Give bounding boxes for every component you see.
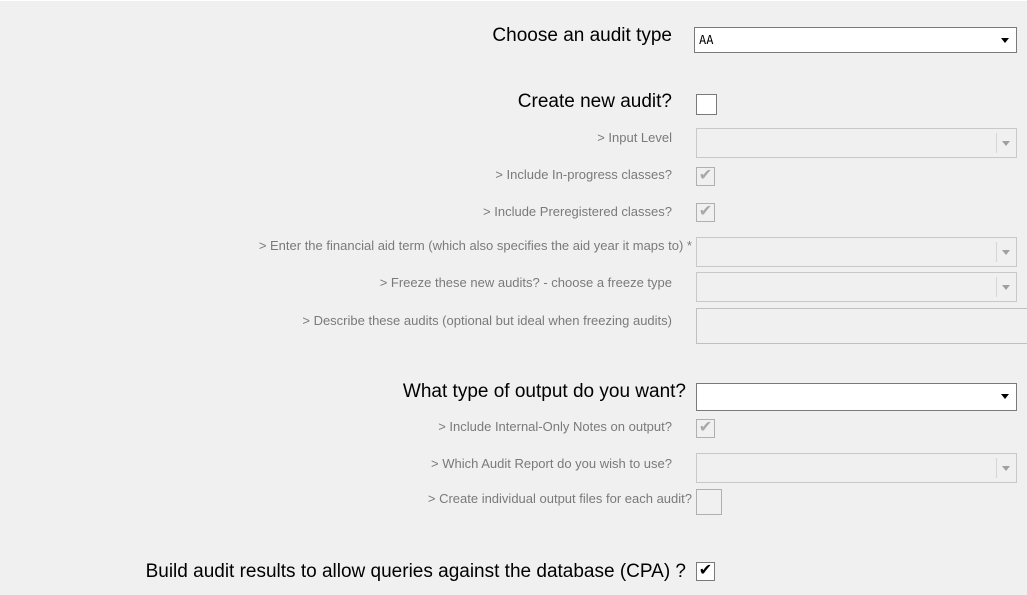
output-type-label: What type of output do you want? — [402, 381, 686, 402]
preregistered-classes-checkbox[interactable]: ✔ — [696, 201, 715, 222]
chevron-down-icon[interactable] — [996, 386, 1014, 406]
chevron-down-icon[interactable] — [996, 30, 1014, 50]
check-icon: ✔ — [698, 560, 713, 579]
chevron-down-icon[interactable] — [996, 458, 1014, 478]
input-level-label: > Input Level — [597, 130, 672, 145]
input-level-select[interactable] — [696, 128, 1017, 158]
describe-audits-input[interactable] — [696, 308, 1027, 344]
describe-audits-label: > Describe these audits (optional but id… — [302, 313, 672, 328]
check-icon: ✔ — [698, 165, 713, 184]
cpa-label: Build audit results to allow queries aga… — [145, 561, 686, 582]
audit-type-label: Choose an audit type — [492, 25, 672, 46]
chevron-down-icon[interactable] — [996, 242, 1014, 262]
freeze-type-select[interactable] — [696, 272, 1017, 302]
chevron-down-icon[interactable] — [996, 133, 1014, 153]
internal-notes-label: > Include Internal-Only Notes on output? — [438, 419, 672, 434]
freeze-type-label: > Freeze these new audits? - choose a fr… — [379, 275, 672, 290]
audit-type-select[interactable]: AA — [694, 27, 1017, 53]
audit-options-panel: Choose an audit type AA Create new audit… — [0, 0, 1027, 595]
aid-term-select[interactable] — [696, 237, 1017, 267]
preregistered-classes-label: > Include Preregistered classes? — [483, 204, 672, 219]
create-new-audit-checkbox[interactable] — [696, 94, 717, 115]
check-icon: ✔ — [698, 201, 713, 220]
inprogress-classes-checkbox[interactable]: ✔ — [696, 165, 715, 186]
check-icon: ✔ — [698, 417, 713, 436]
individual-files-checkbox[interactable] — [696, 489, 722, 515]
audit-type-value: AA — [699, 33, 714, 47]
chevron-down-icon[interactable] — [996, 277, 1014, 297]
internal-notes-checkbox[interactable]: ✔ — [696, 417, 715, 438]
output-type-select[interactable] — [696, 383, 1017, 411]
individual-files-label: > Create individual output files for eac… — [427, 491, 692, 506]
create-new-audit-label: Create new audit? — [517, 91, 672, 112]
audit-report-label: > Which Audit Report do you wish to use? — [431, 456, 672, 471]
inprogress-classes-label: > Include In-progress classes? — [495, 167, 672, 182]
aid-term-label: > Enter the financial aid term (which al… — [258, 238, 692, 253]
cpa-checkbox[interactable]: ✔ — [696, 560, 715, 581]
audit-report-select[interactable] — [696, 453, 1017, 483]
